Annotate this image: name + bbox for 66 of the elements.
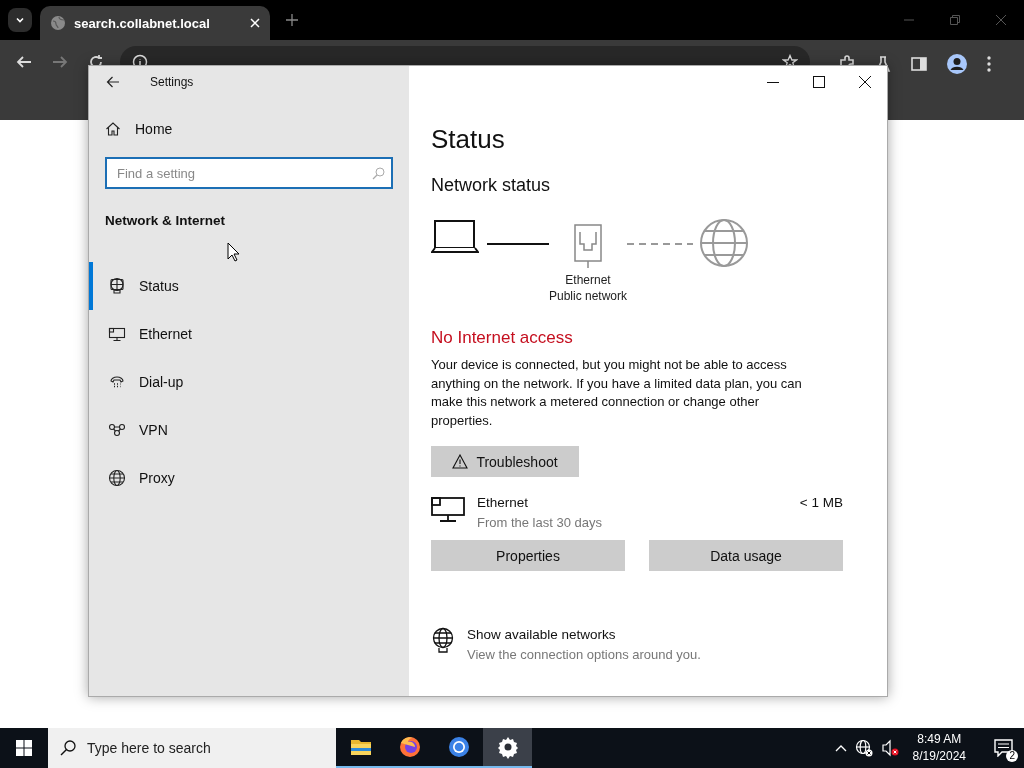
browser-icon (397, 735, 422, 759)
data-usage-value: < 1 MB (799, 495, 843, 512)
laptop-icon (431, 218, 479, 254)
cable-line (487, 242, 549, 246)
more-icon[interactable] (986, 55, 992, 73)
ethernet-icon (431, 495, 465, 523)
network-type-label: Public network (549, 288, 628, 304)
new-tab-icon[interactable] (286, 14, 298, 26)
notification-count: 2 (1006, 750, 1018, 762)
connection-subtitle: From the last 30 days (477, 515, 603, 530)
profile-icon[interactable] (946, 53, 968, 75)
network-status-icon (108, 277, 126, 295)
globe-icon (699, 218, 750, 268)
window-title: Settings (150, 75, 194, 89)
taskbar-app[interactable] (483, 728, 532, 768)
clock-time: 8:49 AM (916, 731, 963, 748)
nav-item[interactable]: VPN (89, 406, 409, 454)
restore-icon[interactable] (950, 15, 960, 25)
page-heading: Status (431, 124, 506, 155)
notifications-button[interactable]: 2 (984, 728, 1024, 768)
chevron-down-icon (15, 15, 25, 25)
globe-icon (108, 469, 126, 487)
side-panel-icon[interactable] (910, 55, 928, 73)
link-title: Show available networks (467, 627, 617, 642)
home-icon (105, 121, 121, 137)
status-message: No Internet access (431, 328, 574, 348)
action-button[interactable]: Properties (431, 540, 625, 571)
ethernet-port-icon (574, 224, 602, 268)
clock-date: 8/19/2024 (912, 748, 966, 765)
action-button[interactable]: Data usage (649, 540, 843, 571)
ethernet-icon (108, 325, 126, 343)
search-icon (372, 167, 385, 180)
troubleshoot-button[interactable]: Troubleshoot (431, 446, 579, 477)
taskbar-search-field[interactable]: Type here to search (48, 728, 336, 768)
section-heading: Network & Internet (105, 213, 227, 228)
search-icon (60, 740, 76, 756)
vpn-icon (108, 421, 126, 439)
section-heading: Network status (431, 175, 552, 196)
tab-title: search.collabnet.local (74, 15, 211, 31)
tab-list-button[interactable] (8, 8, 32, 32)
forward-icon[interactable] (52, 54, 68, 70)
globe-icon (50, 15, 66, 31)
browser-icon (446, 735, 471, 759)
search-field[interactable]: Find a setting (105, 157, 393, 189)
close-icon[interactable] (859, 76, 871, 88)
maximize-icon[interactable] (813, 76, 825, 88)
back-icon[interactable] (16, 54, 32, 70)
browser-tab[interactable]: search.collabnet.local (40, 6, 270, 40)
windows-start-icon[interactable] (16, 740, 32, 756)
network-globe-icon[interactable] (854, 739, 873, 757)
pointer-icon (227, 242, 240, 262)
nav-item[interactable]: Proxy (89, 454, 409, 502)
home-link[interactable]: Home (105, 121, 173, 137)
adapter-label: Ethernet (565, 272, 611, 288)
speaker-muted-icon[interactable] (880, 739, 899, 757)
chevron-up-icon[interactable] (834, 744, 847, 752)
warning-icon (452, 454, 469, 469)
connection-name: Ethernet (477, 495, 530, 510)
nav-item[interactable]: Ethernet (89, 310, 409, 358)
link-subtitle: View the connection options around you. (467, 647, 701, 662)
description-text: Your device is connected, but you might not be able to access anything on the network. If you have a limited data plan, you can make this network a metered connection or change other properties. (431, 356, 803, 430)
nav-item[interactable]: Dial-up (89, 358, 409, 406)
network-globe-icon (431, 627, 455, 653)
available-networks-link[interactable]: Show available networks View the connection options around you. (431, 627, 701, 662)
back-icon[interactable] (106, 75, 120, 89)
message-icon (994, 739, 1014, 757)
